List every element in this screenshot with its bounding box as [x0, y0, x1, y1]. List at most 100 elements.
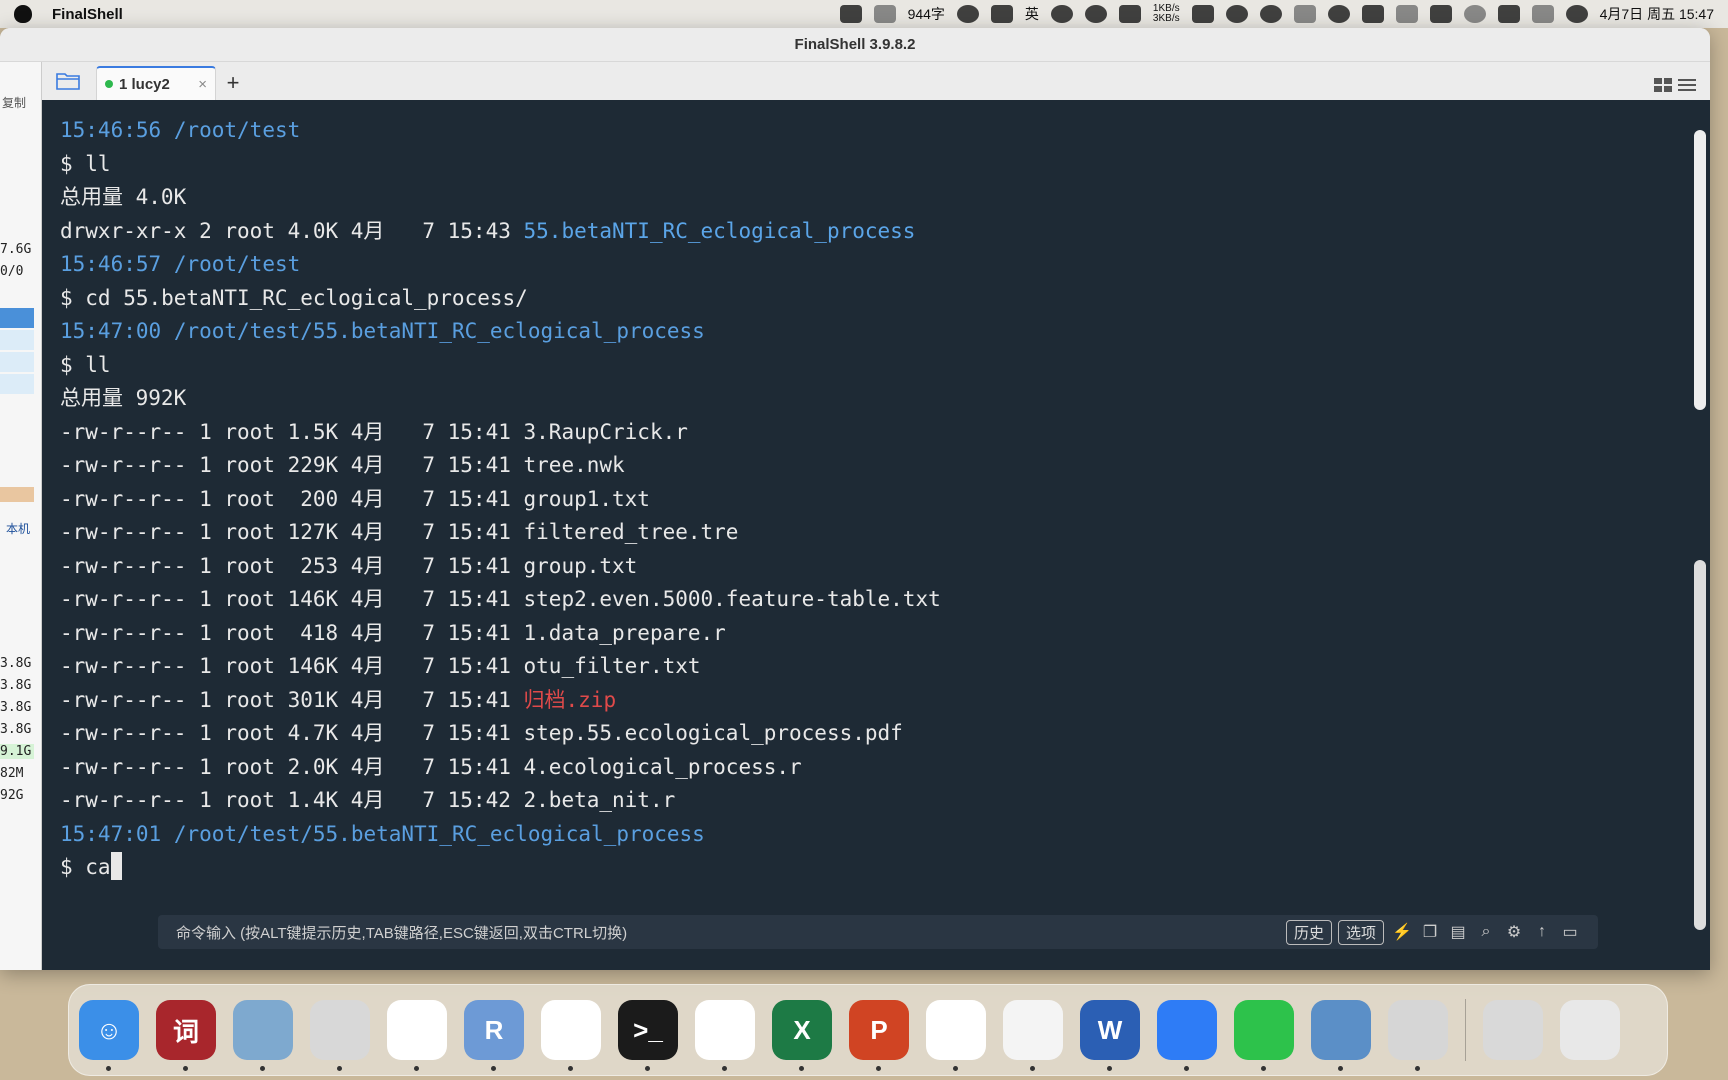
display-icon[interactable]: [873, 5, 896, 23]
baidu-netdisk-icon[interactable]: [1225, 5, 1248, 23]
running-indicator: [337, 1066, 342, 1071]
paperclip-icon[interactable]: [1293, 5, 1316, 23]
m-app-icon[interactable]: [1361, 5, 1384, 23]
datetime[interactable]: 4月7日 周五 15:47: [1600, 4, 1714, 24]
microphone-icon[interactable]: [990, 5, 1013, 23]
dock-screen-sharing[interactable]: [1311, 1000, 1371, 1071]
dock-documents-folder[interactable]: [1483, 1000, 1543, 1060]
running-indicator: [645, 1066, 650, 1071]
arrow-up-icon[interactable]: ↑: [1532, 922, 1552, 942]
dock-excel[interactable]: X: [772, 1000, 832, 1071]
running-indicator: [414, 1066, 419, 1071]
input-count: 944字: [907, 6, 945, 22]
terminal-output[interactable]: 15:46:56 /root/test $ ll 总用量 4.0K drwxr-xr-…: [42, 100, 1710, 970]
file-meta: -rw-r--r-- 1 root 229K 4月 7 15:41: [60, 453, 524, 477]
screen-record-icon[interactable]: [839, 5, 862, 23]
dock-photo-tool[interactable]: [1388, 1000, 1448, 1071]
file-name: group.txt: [523, 553, 638, 578]
emoji-icon[interactable]: [956, 5, 979, 23]
search-icon[interactable]: [1463, 5, 1486, 23]
clipboard-icon[interactable]: [1118, 5, 1141, 23]
lightning-icon[interactable]: ⚡: [1392, 922, 1412, 942]
powerpoint-icon: P: [870, 1014, 888, 1045]
cat-icon[interactable]: [1084, 5, 1107, 23]
running-indicator: [260, 1066, 265, 1071]
file-meta: -rw-r--r-- 1 root 253 4月 7 15:41: [60, 553, 524, 578]
dock-trash[interactable]: [1560, 1000, 1620, 1060]
running-indicator: [106, 1066, 111, 1071]
disk-stat: 3.8G: [0, 678, 32, 693]
bookmark-icon[interactable]: [1191, 5, 1214, 23]
dock-chrome[interactable]: [541, 1000, 601, 1071]
running-indicator: [799, 1066, 804, 1071]
dock-finder[interactable]: ☺: [79, 1000, 139, 1071]
command-input-bar[interactable]: 命令输入 (按ALT键提示历史,TAB键路径,ESC键返回,双击CTRL切换) …: [158, 915, 1598, 949]
maximize-icon[interactable]: ▭: [1560, 922, 1580, 942]
terminal-scrollbar[interactable]: [1694, 120, 1706, 940]
dock-terminal[interactable]: >_: [618, 1000, 678, 1071]
row-bar[interactable]: [0, 374, 34, 394]
local-label[interactable]: 本机: [6, 520, 30, 537]
file-name: filtered_tree.tre: [523, 520, 739, 544]
dock-dictionary[interactable]: 词: [156, 1000, 216, 1071]
row-bar[interactable]: [0, 330, 34, 350]
add-tab-button[interactable]: +: [216, 66, 250, 100]
paste-icon[interactable]: ▤: [1448, 922, 1468, 942]
options-button[interactable]: 选项: [1337, 919, 1384, 945]
evernote-icon[interactable]: [1259, 5, 1282, 23]
search-icon[interactable]: ⌕: [1476, 922, 1496, 942]
file-meta: -rw-r--r-- 1 root 4.7K 4月 7 15:41: [60, 721, 524, 745]
terminal-icon: >_: [633, 1014, 663, 1045]
command-line: $ ll: [60, 151, 111, 176]
grid-view-icon[interactable]: [1654, 78, 1672, 92]
dock-r-app[interactable]: R: [464, 1000, 524, 1071]
battery-icon[interactable]: [1429, 5, 1452, 23]
s-app-icon[interactable]: [1497, 5, 1520, 23]
siri-icon[interactable]: [1565, 5, 1588, 23]
dock-preview[interactable]: [233, 1000, 293, 1071]
terminal-line: $ ll: [60, 148, 1710, 182]
dock-powerpoint[interactable]: P: [849, 1000, 909, 1071]
active-app-name[interactable]: FinalShell: [52, 6, 123, 23]
scrollbar-track-segment[interactable]: [1694, 560, 1706, 930]
list-view-icon[interactable]: [1678, 78, 1696, 92]
file-name: step2.even.5000.feature-table.txt: [523, 587, 941, 611]
control-center-icon[interactable]: [1531, 5, 1554, 23]
prompt-path: /root/test: [173, 118, 301, 142]
scrollbar-thumb[interactable]: [1694, 130, 1706, 410]
tab-label: 1 lucy2: [119, 75, 170, 93]
ime-indicator[interactable]: 英: [1025, 4, 1039, 24]
text-cursor: [110, 852, 122, 880]
dock-launchpad[interactable]: [310, 1000, 370, 1071]
gear-icon[interactable]: ⚙: [1504, 922, 1524, 942]
dock-textedit[interactable]: [1003, 1000, 1063, 1071]
row-bar[interactable]: [0, 352, 34, 372]
file-meta: -rw-r--r-- 1 root 200 4月 7 15:41: [60, 486, 524, 511]
tab-lucy2[interactable]: 1 lucy2 ×: [96, 66, 216, 100]
open-folder-button[interactable]: [42, 62, 96, 100]
qq-icon[interactable]: [1327, 5, 1350, 23]
file-meta: -rw-r--r-- 1 root 1.5K 4月 7 15:41: [60, 419, 524, 444]
history-button[interactable]: 历史: [1285, 919, 1332, 945]
dock-word[interactable]: W: [1080, 1000, 1140, 1071]
file-name: step.55.ecological_process.pdf: [523, 721, 903, 745]
network-speed: 1KB/s 3KB/s: [1153, 4, 1180, 24]
copy-label[interactable]: 复制: [2, 94, 26, 111]
terminal-line: $ cd 55.betaNTI_RC_eclogical_process/: [60, 282, 1710, 316]
close-tab-icon[interactable]: ×: [198, 76, 207, 93]
file-name: 4.ecological_process.r: [523, 754, 802, 779]
dock-tencent-app[interactable]: [1157, 1000, 1217, 1071]
dock-wechat[interactable]: [1234, 1000, 1294, 1071]
selected-row-bar[interactable]: [0, 308, 34, 328]
dock-qq[interactable]: [695, 1000, 755, 1071]
command-input[interactable]: 命令输入 (按ALT键提示历史,TAB键路径,ESC键返回,双击CTRL切换): [176, 922, 1280, 943]
dock-baidu-netdisk[interactable]: [926, 1000, 986, 1071]
prompt-timestamp: 15:46:56: [60, 118, 162, 142]
file-name: 2.beta_nit.r: [523, 788, 676, 812]
wifi-off-icon[interactable]: [1395, 5, 1418, 23]
apple-logo-icon[interactable]: [14, 5, 32, 23]
dock-evernote[interactable]: [387, 1000, 447, 1071]
terminal-line: -rw-r--r-- 1 root 127K 4月 7 15:41 filter…: [60, 516, 1710, 550]
wechat-icon[interactable]: [1050, 5, 1073, 23]
copy-icon[interactable]: ❐: [1420, 922, 1440, 942]
